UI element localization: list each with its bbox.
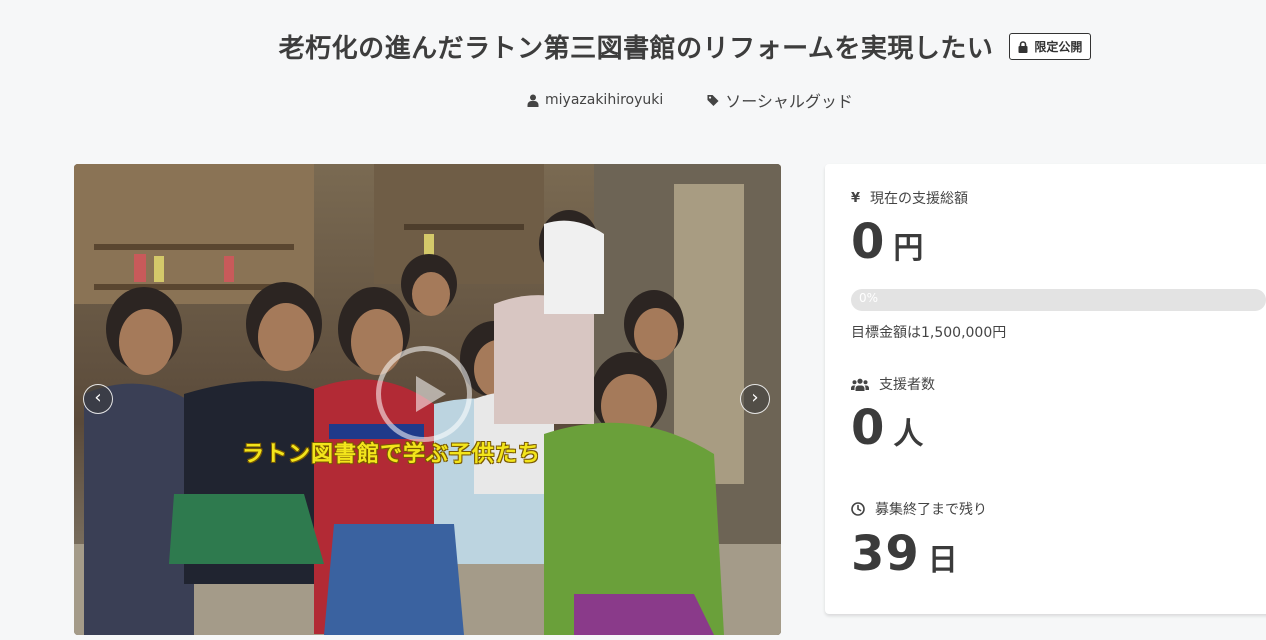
raised-label-row: ¥ 現在の支援総額 — [851, 188, 968, 208]
limited-badge-label: 限定公開 — [1034, 40, 1083, 54]
users-icon — [851, 378, 869, 391]
progress-bar: 0% — [851, 289, 1266, 311]
media-carousel[interactable]: ラトン図書館で学ぶ子供たち ‹ › — [74, 164, 781, 635]
remaining-label: 募集終了まで残り — [875, 502, 987, 518]
lock-icon — [1018, 40, 1028, 53]
raised-unit: 円 — [893, 231, 924, 266]
author-link[interactable]: miyazakihiroyuki — [527, 92, 663, 108]
supporters-unit: 人 — [893, 417, 924, 452]
remaining-unit: 日 — [927, 543, 958, 578]
progress-text: 0% — [859, 291, 879, 305]
raised-label: 現在の支援総額 — [870, 191, 969, 207]
category-link[interactable]: ソーシャルグッド — [707, 88, 853, 112]
limited-badge: 限定公開 — [1009, 33, 1092, 60]
remaining-label-row: 募集終了まで残り — [851, 499, 987, 519]
goal-text: 目標金額は1,500,000円 — [851, 325, 1007, 341]
category-name: ソーシャルグッド — [725, 92, 853, 111]
supporters-value: 0 — [851, 400, 886, 456]
author-name: miyazakihiroyuki — [545, 92, 664, 108]
user-icon — [527, 94, 539, 107]
carousel-next-button[interactable]: › — [740, 384, 770, 414]
remaining-value: 39 — [851, 526, 920, 582]
remaining-days: 39 日 — [851, 526, 958, 582]
funding-stats-card: ¥ 現在の支援総額 0 円 0% 目標金額は1,500,000円 支援者数 0 … — [825, 164, 1266, 614]
play-button[interactable] — [376, 346, 472, 442]
supporters-label: 支援者数 — [879, 377, 935, 393]
project-header: 老朽化の進んだラトン第三図書館のリフォームを実現したい 限定公開 miyazak… — [0, 0, 1266, 150]
project-title: 老朽化の進んだラトン第三図書館のリフォームを実現したい — [278, 34, 994, 64]
supporters-label-row: 支援者数 — [851, 374, 935, 394]
yen-icon: ¥ — [851, 190, 861, 206]
carousel-prev-button[interactable]: ‹ — [83, 384, 113, 414]
clock-icon — [851, 502, 865, 516]
title-row: 老朽化の進んだラトン第三図書館のリフォームを実現したい 限定公開 — [0, 28, 1266, 65]
raised-amount: 0 円 — [851, 214, 923, 270]
project-meta: miyazakihiroyuki ソーシャルグッド — [527, 88, 853, 112]
supporters-count: 0 人 — [851, 400, 923, 456]
tag-icon — [707, 94, 719, 106]
raised-value: 0 — [851, 214, 886, 270]
slide-caption: ラトン図書館で学ぶ子供たち — [241, 442, 541, 467]
